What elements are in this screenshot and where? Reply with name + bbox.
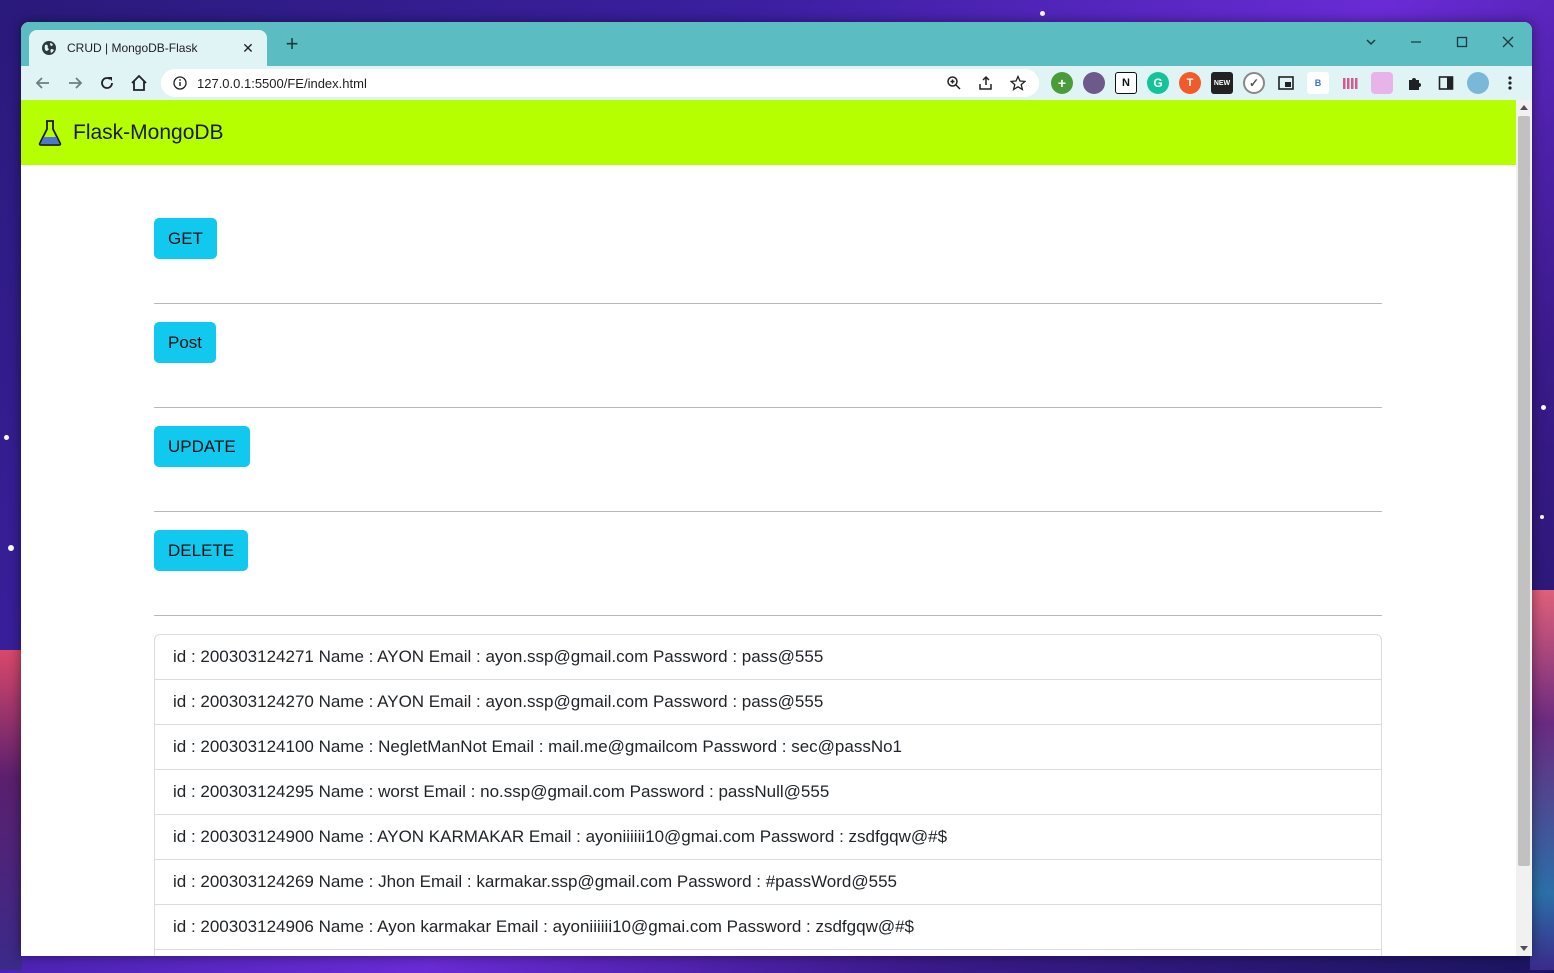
bookmark-star-icon[interactable] xyxy=(1007,72,1029,94)
home-icon[interactable] xyxy=(126,70,152,96)
scroll-thumb[interactable] xyxy=(1518,116,1530,866)
wallpaper-star xyxy=(1541,405,1546,410)
browser-toolbar: 127.0.0.1:5500/FE/index.html + N G T NEW… xyxy=(21,66,1532,100)
get-section: GET xyxy=(154,165,1382,304)
info-icon[interactable] xyxy=(173,76,187,90)
delete-button[interactable]: DELETE xyxy=(154,530,249,571)
delete-section: DELETE xyxy=(154,512,1382,616)
puzzle-extensions-icon[interactable] xyxy=(1403,72,1425,94)
tab-title: CRUD | MongoDB-Flask xyxy=(67,41,198,55)
side-panel-icon[interactable] xyxy=(1435,72,1457,94)
share-icon[interactable] xyxy=(975,72,997,94)
scroll-down-arrow-icon[interactable] xyxy=(1520,946,1528,951)
new-tab-button[interactable]: + xyxy=(281,33,303,56)
wallpaper-star xyxy=(4,435,9,440)
bars-extension-icon[interactable] xyxy=(1339,72,1361,94)
flask-icon xyxy=(37,119,63,147)
page-scrollbar[interactable] xyxy=(1516,100,1532,956)
crud-panel: GET Post UPDATE DELETE id : 200303124271… xyxy=(154,165,1382,956)
close-window-icon[interactable] xyxy=(1494,28,1522,56)
notion-extension-icon[interactable]: N xyxy=(1115,72,1137,94)
kebab-menu-icon[interactable] xyxy=(1499,72,1521,94)
wallpaper-star xyxy=(1540,515,1544,519)
wallpaper-star xyxy=(1040,11,1045,16)
get-button[interactable]: GET xyxy=(154,218,217,259)
list-item: id : 200303124906 Name : Ayon karmakar E… xyxy=(155,905,1381,950)
bitly-extension-icon[interactable]: B xyxy=(1307,72,1329,94)
tab-crud[interactable]: CRUD | MongoDB-Flask ✕ xyxy=(29,30,267,66)
reload-icon[interactable] xyxy=(94,70,120,96)
address-bar[interactable]: 127.0.0.1:5500/FE/index.html xyxy=(161,69,1039,97)
zoom-icon[interactable] xyxy=(943,72,965,94)
list-item: id : 200303124270 Name : AYON Email : ay… xyxy=(155,680,1381,725)
list-item: id : 200303124100 Name : NegletManNot Em… xyxy=(155,725,1381,770)
scroll-up-arrow-icon[interactable] xyxy=(1520,105,1528,110)
close-tab-icon[interactable]: ✕ xyxy=(239,40,257,57)
post-button[interactable]: Post xyxy=(154,322,217,363)
profile-avatar-icon[interactable] xyxy=(1467,72,1489,94)
grammarly-extension-icon[interactable]: G xyxy=(1147,72,1169,94)
plus-extension-icon[interactable]: + xyxy=(1051,72,1073,94)
tab-search-icon[interactable] xyxy=(1357,28,1385,56)
wallpaper-shape xyxy=(0,650,22,970)
check-extension-icon[interactable]: ✓ xyxy=(1243,72,1265,94)
list-item: id : 200303124900 Name : AYON KARMAKAR E… xyxy=(155,815,1381,860)
list-item xyxy=(155,950,1381,956)
news-extension-icon[interactable]: NEW xyxy=(1211,72,1233,94)
app-navbar: Flask-MongoDB xyxy=(21,100,1516,165)
page-viewport: Flask-MongoDB GET Post UPDATE DELETE id … xyxy=(21,100,1516,956)
post-section: Post xyxy=(154,304,1382,408)
globe-icon xyxy=(41,40,57,56)
list-item: id : 200303124271 Name : AYON Email : ay… xyxy=(155,635,1381,680)
list-item: id : 200303124295 Name : worst Email : n… xyxy=(155,770,1381,815)
list-item: id : 200303124269 Name : Jhon Email : ka… xyxy=(155,860,1381,905)
update-section: UPDATE xyxy=(154,408,1382,512)
browser-window: CRUD | MongoDB-Flask ✕ + 127.0.0.1:5500/… xyxy=(21,22,1532,956)
tab-strip: CRUD | MongoDB-Flask ✕ + xyxy=(21,22,1532,66)
update-button[interactable]: UPDATE xyxy=(154,426,250,467)
minimize-icon[interactable] xyxy=(1402,28,1430,56)
records-list: id : 200303124271 Name : AYON Email : ay… xyxy=(154,634,1382,956)
wallpaper-star xyxy=(8,545,14,551)
url-text[interactable]: 127.0.0.1:5500/FE/index.html xyxy=(197,76,933,91)
pip-extension-icon[interactable] xyxy=(1275,72,1297,94)
back-icon[interactable] xyxy=(30,70,56,96)
app-brand[interactable]: Flask-MongoDB xyxy=(73,121,224,145)
translate-extension-icon[interactable]: T xyxy=(1179,72,1201,94)
wallpaper-shape xyxy=(1530,590,1554,970)
octocat-extension-icon[interactable] xyxy=(1083,72,1105,94)
maximize-icon[interactable] xyxy=(1448,28,1476,56)
cat-extension-icon[interactable] xyxy=(1371,72,1393,94)
forward-icon[interactable] xyxy=(62,70,88,96)
